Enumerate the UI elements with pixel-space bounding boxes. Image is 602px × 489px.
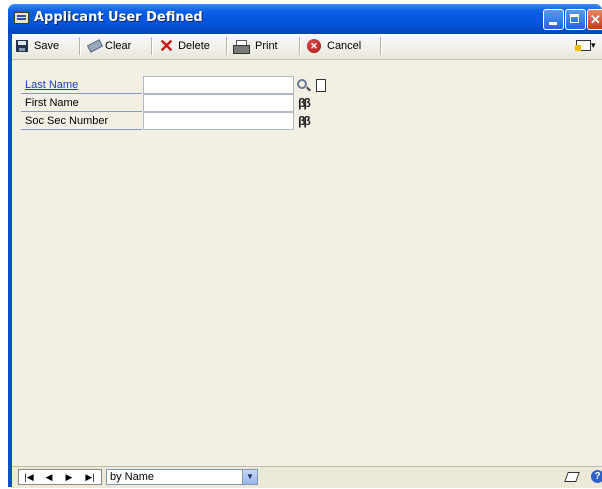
soc-sec-input[interactable] [143,112,294,130]
delete-icon: ✕ [159,36,175,56]
toolbar-separator [226,37,228,55]
clear-label: Clear [105,40,132,52]
clear-button[interactable]: Clear [86,34,131,58]
title-bar[interactable]: Applicant User Defined [8,4,602,34]
toolbar: Save Clear ✕ Delete Print ✕ Cancel [12,34,602,60]
first-name-input[interactable] [143,94,294,112]
toolbar-separator [151,37,153,55]
save-icon [16,40,28,52]
last-name-link[interactable]: Last Name [21,76,142,94]
help-icon[interactable]: ? [591,470,602,483]
soc-sec-find-button[interactable]: ββ [295,112,312,130]
toolbar-separator [380,37,382,55]
note-icon[interactable] [564,472,580,482]
window-client-area: Save Clear ✕ Delete Print ✕ Cancel Last … [12,34,602,488]
previous-record-button[interactable]: ◀ [40,470,58,485]
last-name-lookup-button[interactable] [295,76,312,94]
next-record-button[interactable]: ▶ [60,470,78,485]
sort-by-value: by Name [110,471,155,483]
maximize-button[interactable] [565,9,586,30]
lookup-icon [297,78,307,89]
print-icon [233,39,250,54]
window-title: Applicant User Defined [34,10,203,25]
save-label: Save [34,40,60,52]
clear-icon [86,40,102,52]
window-icon [14,12,29,24]
options-menu-icon[interactable] [575,40,596,51]
cancel-icon: ✕ [307,39,321,53]
cancel-button[interactable]: ✕ Cancel [307,34,361,58]
toolbar-separator [79,37,81,55]
note-button[interactable] [312,76,329,94]
minimize-button[interactable] [543,9,564,30]
last-record-button[interactable]: ▶| [80,470,100,485]
last-name-input[interactable] [143,76,294,94]
delete-label: Delete [178,40,210,52]
first-name-find-button[interactable]: ββ [295,94,312,112]
toolbar-separator [299,37,301,55]
binoculars-icon: ββ [298,96,311,110]
note-icon [315,78,326,92]
close-button[interactable] [587,9,602,30]
chevron-down-icon[interactable]: ▼ [242,470,257,484]
soc-sec-label: Soc Sec Number [21,112,142,130]
save-button[interactable]: Save [16,34,59,58]
delete-button[interactable]: ✕ Delete [159,34,210,58]
first-record-button[interactable]: |◀ [20,470,38,485]
cancel-label: Cancel [327,40,362,52]
status-bar: |◀ ◀ ▶ ▶| by Name ▼ ? [12,466,602,488]
binoculars-icon: ββ [298,114,311,128]
first-name-label: First Name [21,94,142,112]
print-label: Print [255,40,278,52]
sort-by-dropdown[interactable]: by Name ▼ [106,469,258,485]
print-button[interactable]: Print [233,34,278,58]
